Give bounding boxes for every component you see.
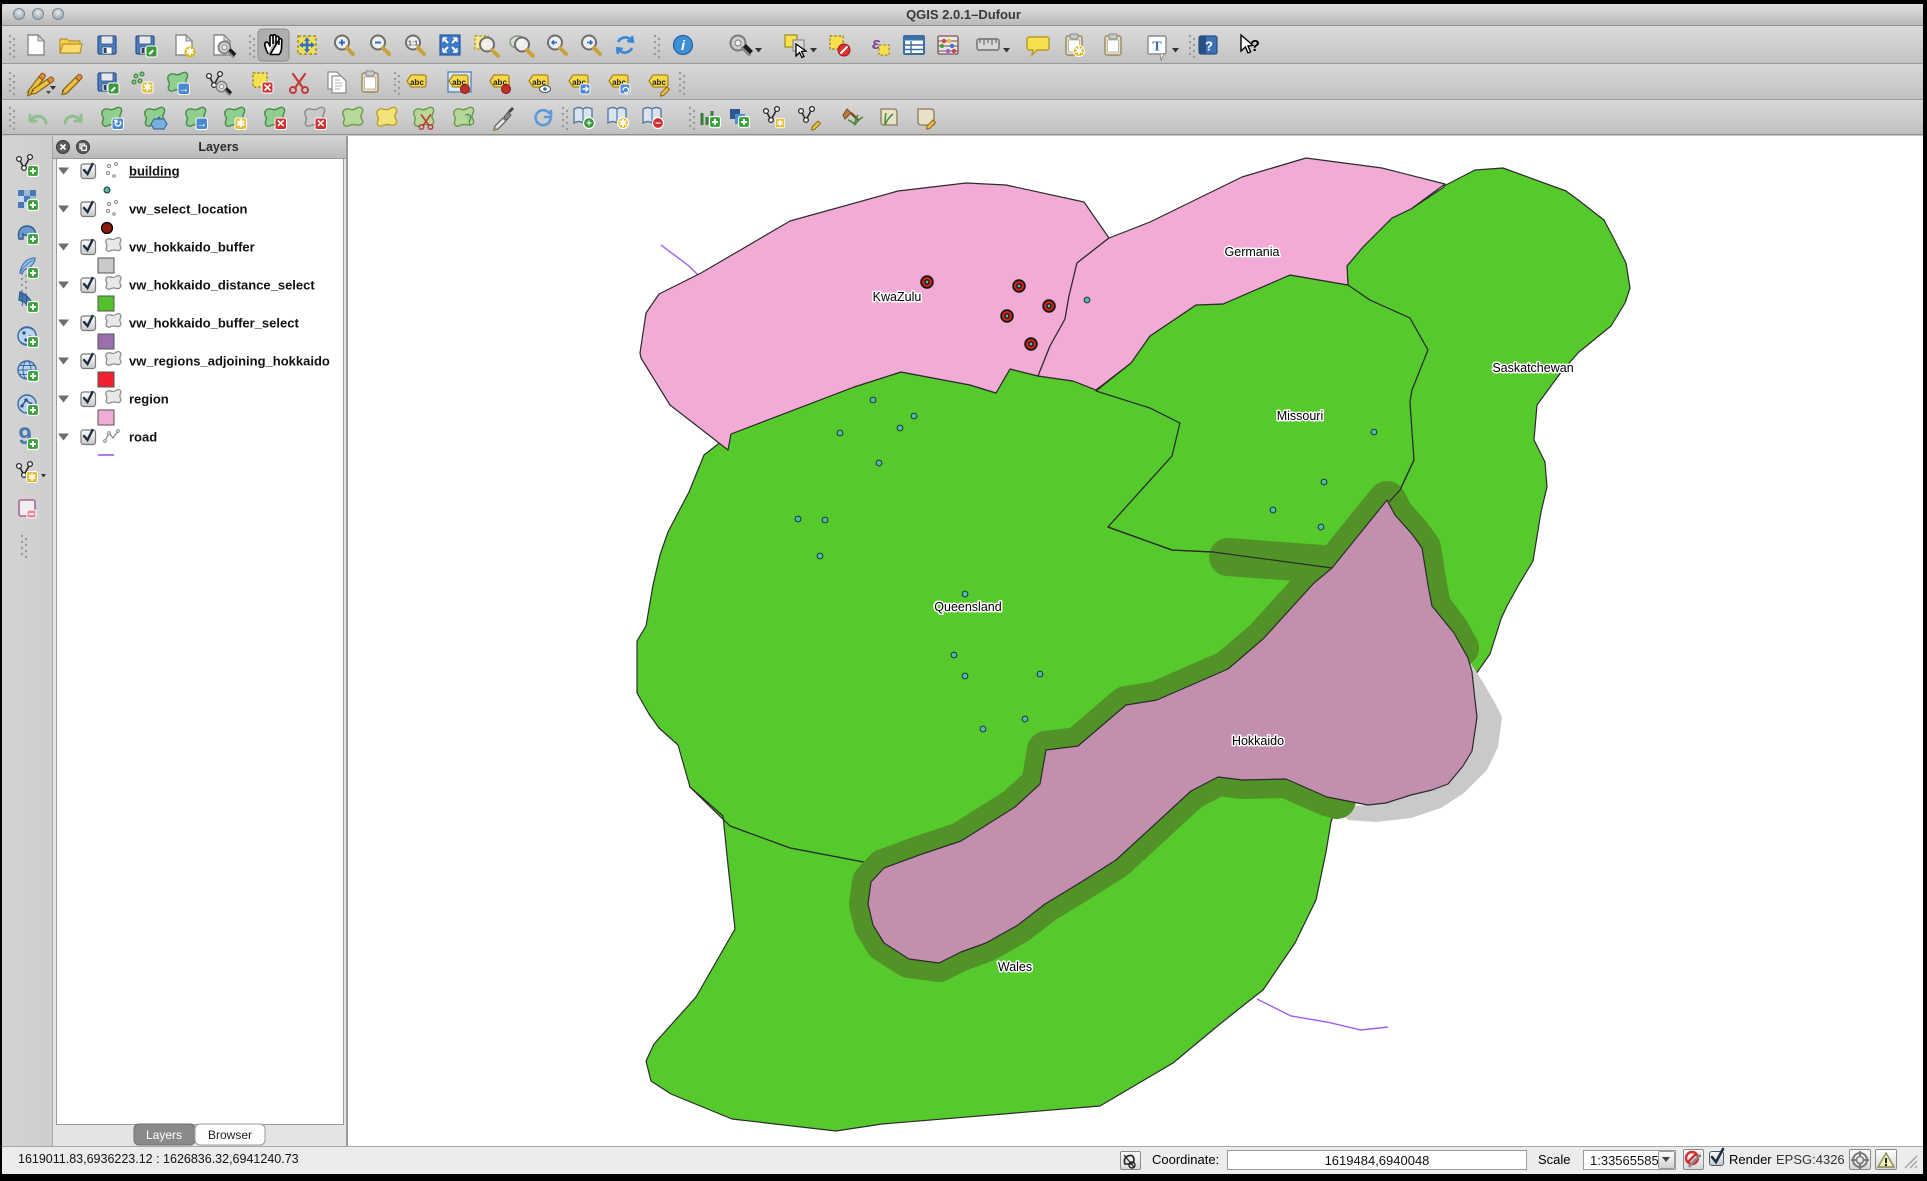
svg-text:abc: abc [652, 78, 666, 87]
svg-text:Layers: Layers [146, 1128, 182, 1142]
svg-text:✱: ✱ [776, 118, 783, 128]
svg-text:✱: ✱ [186, 47, 195, 58]
svg-text:→: → [179, 83, 190, 95]
svg-text:vw_hokkaido_buffer: vw_hokkaido_buffer [129, 240, 255, 255]
svg-text:Queensland: Queensland [934, 600, 1001, 614]
svg-text:vw_select_location: vw_select_location [129, 202, 248, 217]
svg-text:road: road [129, 430, 157, 445]
svg-text:vw_regions_adjoining_hokkaido: vw_regions_adjoining_hokkaido [129, 354, 330, 369]
svg-text:1:1: 1:1 [408, 41, 418, 48]
svg-text:−: − [655, 119, 661, 130]
svg-text:Browser: Browser [208, 1128, 252, 1142]
svg-text:KwaZulu: KwaZulu [873, 290, 922, 304]
svg-text:+: + [586, 119, 592, 130]
svg-text:region: region [129, 392, 169, 407]
svg-text:→: → [197, 118, 208, 130]
svg-text:T: T [1152, 40, 1162, 55]
svg-text:✱: ✱ [236, 118, 245, 130]
svg-text:Wales: Wales [998, 960, 1032, 974]
svg-text:✱: ✱ [143, 82, 152, 94]
svg-text:vw_hokkaido_buffer_select: vw_hokkaido_buffer_select [129, 316, 299, 331]
svg-text:✕: ✕ [316, 118, 325, 130]
svg-text:Saskatchewan: Saskatchewan [1492, 361, 1573, 375]
svg-text:building: building [129, 164, 180, 179]
svg-text:Missouri: Missouri [1277, 409, 1324, 423]
svg-text:✱: ✱ [28, 473, 36, 484]
svg-text:✱: ✱ [619, 119, 628, 130]
svg-text:?: ? [1205, 39, 1213, 54]
svg-text:?: ? [1250, 38, 1260, 55]
svg-text:Germania: Germania [1225, 245, 1280, 259]
svg-text:↻: ↻ [113, 118, 122, 130]
svg-text:✱: ✱ [1074, 46, 1083, 58]
svg-text:Hokkaido: Hokkaido [1232, 734, 1284, 748]
svg-text:✕: ✕ [276, 118, 285, 130]
svg-text:vw_hokkaido_distance_select: vw_hokkaido_distance_select [129, 278, 315, 293]
svg-text:abc: abc [410, 78, 424, 87]
